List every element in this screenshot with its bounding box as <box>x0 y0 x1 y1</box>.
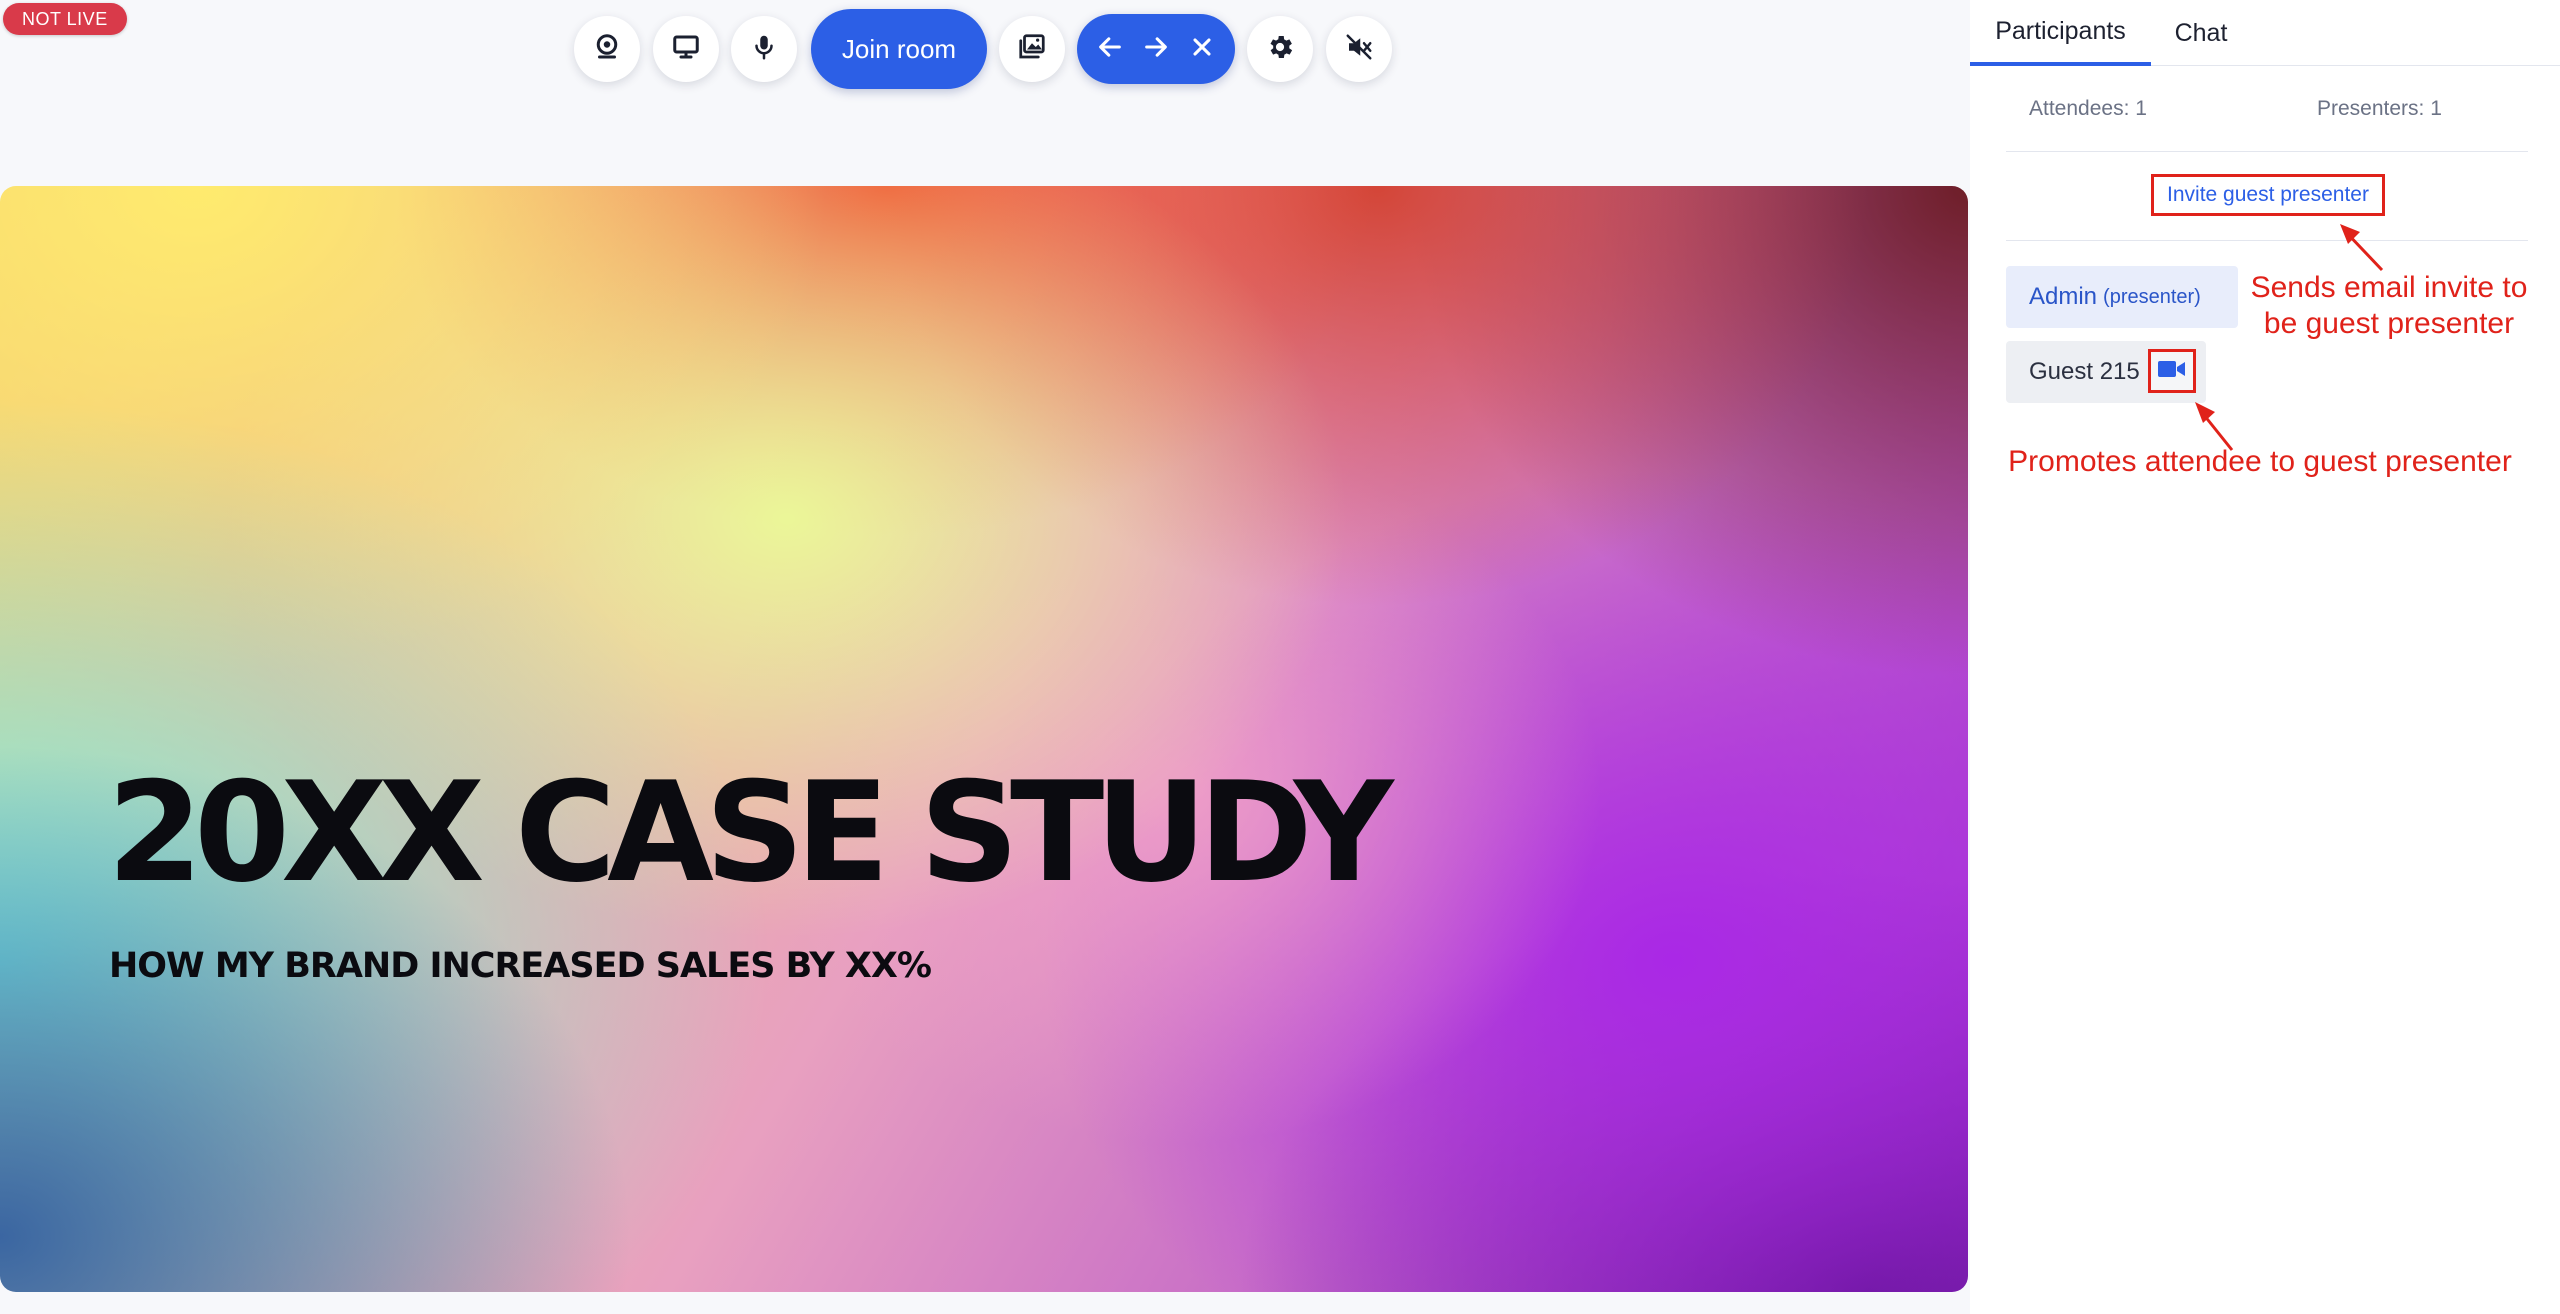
annotation-invite-line1: Sends email invite to <box>2250 271 2528 304</box>
screen-share-icon <box>671 32 701 67</box>
presenters-count: Presenters: 1 <box>2317 97 2442 120</box>
speaker-muted-icon <box>1344 32 1374 67</box>
stage-area: NOT LIVE Join room 20XX CASE STUDY HOW M… <box>0 0 1970 1314</box>
screen-share-button[interactable] <box>653 16 719 82</box>
next-slide-button[interactable] <box>1136 29 1176 69</box>
slide-navigation <box>1077 14 1235 84</box>
slide-subtitle: HOW MY BRAND INCREASED SALES BY XX% <box>109 946 932 986</box>
join-room-button[interactable]: Join room <box>811 9 987 89</box>
slide-title: 20XX CASE STUDY <box>107 752 1394 913</box>
attendees-count: Attendees: 1 <box>2029 97 2147 120</box>
settings-icon <box>1265 32 1295 67</box>
speaker-mute-button[interactable] <box>1326 16 1392 82</box>
participant-name: Admin <box>2029 283 2098 310</box>
media-library-button[interactable] <box>999 16 1065 82</box>
tab-chat[interactable]: Chat <box>2151 0 2251 66</box>
close-presentation-button[interactable] <box>1182 29 1222 69</box>
tab-participants[interactable]: Participants <box>1970 0 2151 66</box>
presentation-slide: 20XX CASE STUDY HOW MY BRAND INCREASED S… <box>0 186 1968 1292</box>
microphone-button[interactable] <box>731 16 797 82</box>
presenter-toolbar: Join room <box>0 9 1970 89</box>
participant-counts: Attendees: 1 Presenters: 1 <box>2006 66 2528 152</box>
webcam-icon <box>592 32 622 67</box>
settings-button[interactable] <box>1247 16 1313 82</box>
panel-tabs: Participants Chat <box>1970 0 2560 66</box>
divider <box>2006 240 2528 241</box>
participant-name: Guest 215 <box>2029 358 2140 385</box>
microphone-icon <box>749 32 779 67</box>
previous-slide-button[interactable] <box>1090 29 1130 69</box>
annotation-invite: Sends email invite to be guest presenter <box>2244 270 2534 342</box>
close-icon <box>1188 33 1216 66</box>
media-library-icon <box>1017 32 1047 67</box>
annotation-promote: Promotes attendee to guest presenter <box>2008 445 2512 478</box>
annotation-invite-line2: be guest presenter <box>2263 307 2515 340</box>
promote-to-presenter-button[interactable] <box>2148 349 2196 393</box>
invite-guest-presenter-button[interactable]: Invite guest presenter <box>2151 174 2385 216</box>
participant-chip-admin[interactable]: Admin (presenter) <box>2006 266 2238 328</box>
app-window: NOT LIVE Join room 20XX CASE STUDY HOW M… <box>0 0 2560 1314</box>
participant-role: (presenter) <box>2103 285 2201 308</box>
webcam-button[interactable] <box>574 16 640 82</box>
video-camera-icon <box>2157 358 2187 385</box>
arrow-right-icon <box>1142 33 1170 66</box>
arrow-left-icon <box>1096 33 1124 66</box>
